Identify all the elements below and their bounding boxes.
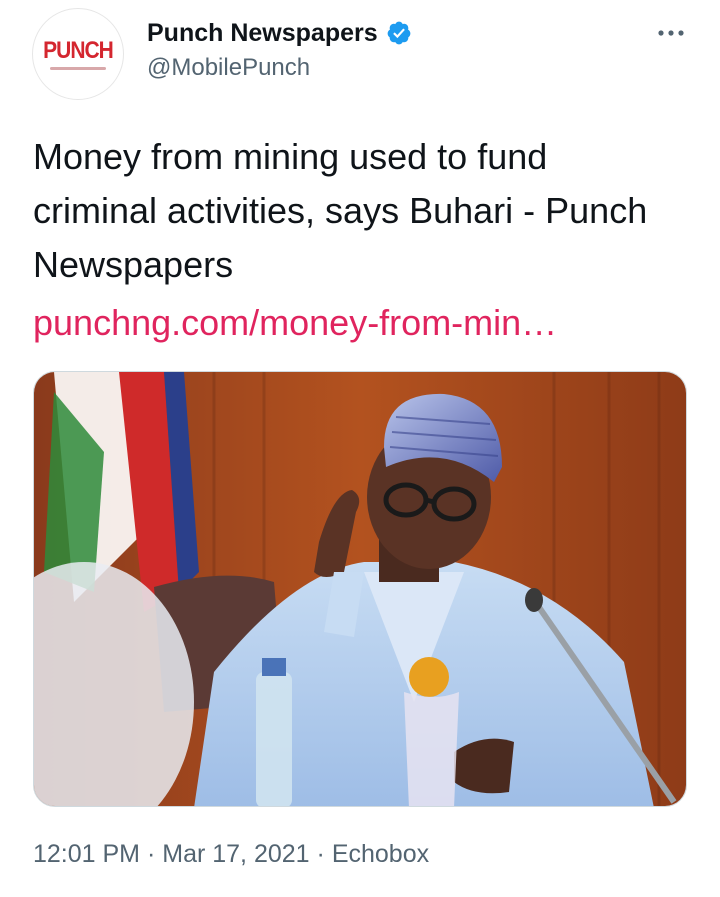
photo-image [34,372,686,806]
more-options-button[interactable] [656,18,686,48]
tweet-photo[interactable] [33,371,687,807]
tweet-source[interactable]: Echobox [332,840,429,868]
meta-separator: · [316,840,325,868]
tweet-text: Money from mining used to fund criminal … [33,136,648,285]
author-name-row: Punch Newspapers [147,16,412,50]
tweet: PUNCH Punch Newspapers @MobilePunch Mone… [0,0,720,897]
display-name[interactable]: Punch Newspapers [147,19,378,48]
verified-badge-icon [387,21,411,45]
tweet-link[interactable]: punchng.com/money-from-min… [33,296,673,350]
avatar-logo-tagline [50,66,106,70]
tweet-time[interactable]: 12:01 PM [33,840,140,868]
avatar-logo-text: PUNCH [43,36,114,64]
avatar[interactable]: PUNCH [32,8,124,100]
more-horizontal-icon [658,30,684,36]
tweet-date[interactable]: Mar 17, 2021 [162,840,309,868]
meta-separator: · [146,840,156,868]
tweet-meta: 12:01 PM · Mar 17, 2021 · Echobox [33,840,429,869]
author-handle[interactable]: @MobilePunch [147,54,310,82]
